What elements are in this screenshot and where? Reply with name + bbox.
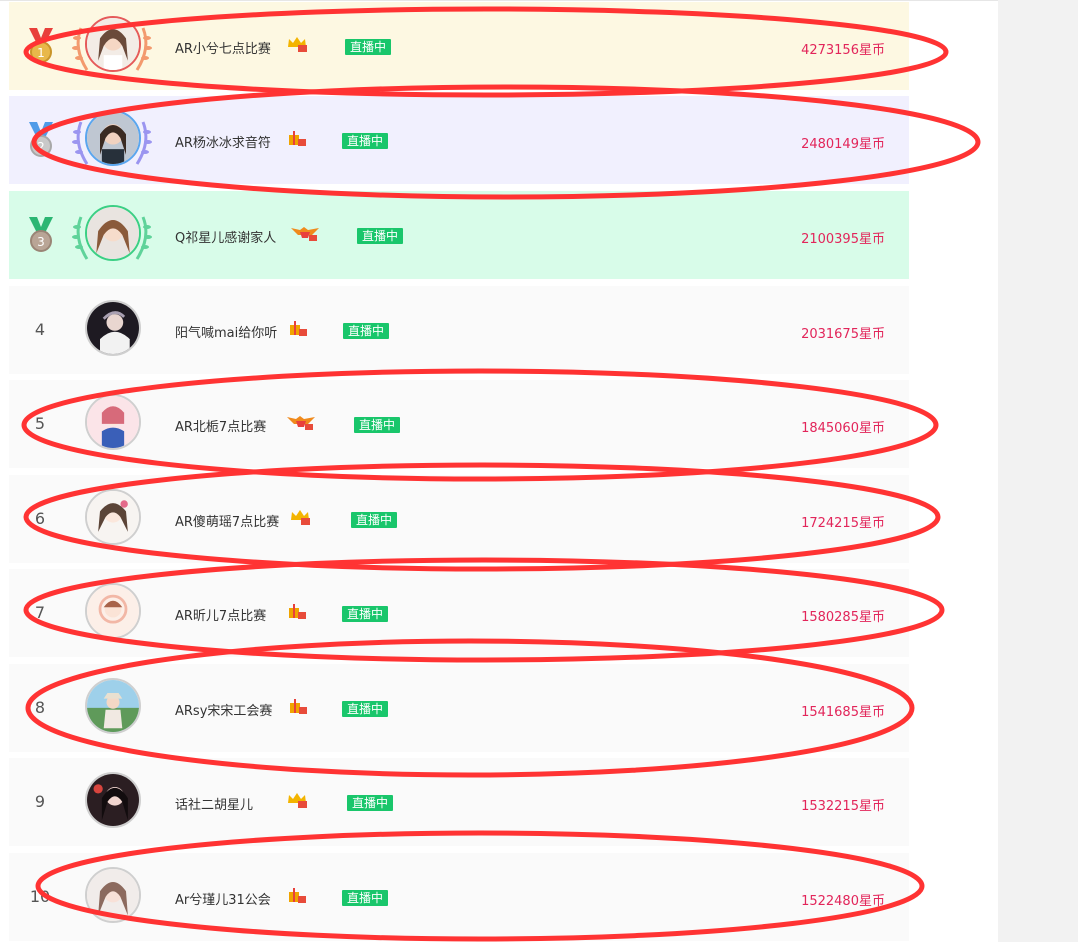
streamer-name[interactable]: AR昕儿7点比赛: [175, 605, 266, 624]
rank-number: 6: [34, 509, 46, 528]
live-badge[interactable]: 直播中: [342, 890, 389, 906]
coin-count: 1845060星币: [801, 421, 885, 436]
streamer-name[interactable]: 话社二胡星儿: [175, 794, 253, 813]
avatar[interactable]: [85, 489, 141, 545]
live-badge[interactable]: 直播中: [342, 133, 389, 149]
live-badge[interactable]: 直播中: [342, 606, 389, 622]
rank-number: 10: [29, 887, 51, 906]
wing-level-icon: [291, 227, 319, 241]
crown-level-icon: [288, 37, 307, 52]
silver-medal-icon: 2: [29, 122, 53, 157]
coin-count: 1580285星币: [801, 610, 885, 625]
live-badge[interactable]: 直播中: [343, 323, 390, 339]
ranking-row[interactable]: 10 Ar兮瑾儿31公会 直播中 1522480星币: [9, 853, 909, 941]
streamer-name[interactable]: Q祁星儿感谢家人: [175, 227, 276, 246]
rank-number: 4: [34, 320, 46, 339]
crown-level-icon: [291, 510, 310, 525]
coin-count: 2100395星币: [801, 232, 885, 247]
gift-level-icon: [289, 131, 306, 146]
coin-count: 1532215星币: [801, 799, 885, 814]
ranking-row[interactable]: 8 ARsy宋宋工会赛 直播中 1541685星币: [9, 664, 909, 752]
avatar[interactable]: [85, 772, 141, 828]
coin-count: 2031675星币: [801, 327, 885, 342]
avatar[interactable]: [85, 110, 141, 166]
coin-count: 4273156星币: [801, 43, 885, 58]
ranking-row[interactable]: 2 AR杨冰冰求音符 直播中 2480149星币: [9, 96, 909, 184]
svg-text:3: 3: [37, 235, 45, 249]
avatar[interactable]: [85, 205, 141, 261]
streamer-name[interactable]: AR小兮七点比赛: [175, 38, 271, 57]
rank-number: 7: [34, 603, 46, 622]
avatar[interactable]: [85, 16, 141, 72]
streamer-name[interactable]: AR杨冰冰求音符: [175, 132, 271, 151]
gift-level-icon: [289, 888, 306, 903]
rank-number: 9: [34, 792, 46, 811]
crown-level-icon: [288, 793, 307, 808]
rank-number: 8: [34, 698, 46, 717]
svg-text:1: 1: [37, 46, 45, 60]
gift-level-icon: [290, 699, 307, 714]
avatar[interactable]: [85, 678, 141, 734]
ranking-row[interactable]: 3 Q祁星儿感谢家人 直播中 2100395星币: [9, 191, 909, 279]
coin-count: 1541685星币: [801, 705, 885, 720]
streamer-name[interactable]: AR北栀7点比赛: [175, 416, 266, 435]
ranking-row[interactable]: 5 AR北栀7点比赛 直播中 1845060星币: [9, 380, 909, 468]
ranking-row[interactable]: 6 AR傻萌瑶7点比赛 直播中 1724215星币: [9, 475, 909, 563]
live-badge[interactable]: 直播中: [345, 39, 392, 55]
ranking-row[interactable]: 1 AR小兮七点比赛 直播中 4273156星币: [9, 2, 909, 90]
wing-level-icon: [287, 416, 315, 430]
top-divider: [0, 0, 998, 1]
gift-level-icon: [290, 321, 307, 336]
streamer-name[interactable]: 阳气喊mai给你听: [175, 322, 277, 341]
live-badge[interactable]: 直播中: [357, 228, 404, 244]
live-badge[interactable]: 直播中: [347, 795, 394, 811]
streamer-name[interactable]: Ar兮瑾儿31公会: [175, 889, 271, 908]
live-badge[interactable]: 直播中: [351, 512, 398, 528]
right-gutter: [998, 0, 1078, 942]
ranking-row[interactable]: 7 AR昕儿7点比赛 直播中 1580285星币: [9, 569, 909, 657]
avatar[interactable]: [85, 583, 141, 639]
gold-medal-icon: 1: [29, 28, 53, 63]
streamer-name[interactable]: ARsy宋宋工会赛: [175, 700, 272, 719]
live-badge[interactable]: 直播中: [342, 701, 389, 717]
gift-level-icon: [289, 604, 306, 619]
bronze-medal-icon: 3: [29, 217, 53, 252]
rank-number: 5: [34, 414, 46, 433]
avatar[interactable]: [85, 394, 141, 450]
avatar[interactable]: [85, 867, 141, 923]
coin-count: 1522480星币: [801, 894, 885, 909]
avatar[interactable]: [85, 300, 141, 356]
live-badge[interactable]: 直播中: [354, 417, 401, 433]
svg-text:2: 2: [37, 140, 45, 154]
streamer-name[interactable]: AR傻萌瑶7点比赛: [175, 511, 279, 530]
ranking-row[interactable]: 9 话社二胡星儿 直播中 1532215星币: [9, 758, 909, 846]
coin-count: 2480149星币: [801, 137, 885, 152]
coin-count: 1724215星币: [801, 516, 885, 531]
ranking-row[interactable]: 4 阳气喊mai给你听 直播中 2031675星币: [9, 286, 909, 374]
